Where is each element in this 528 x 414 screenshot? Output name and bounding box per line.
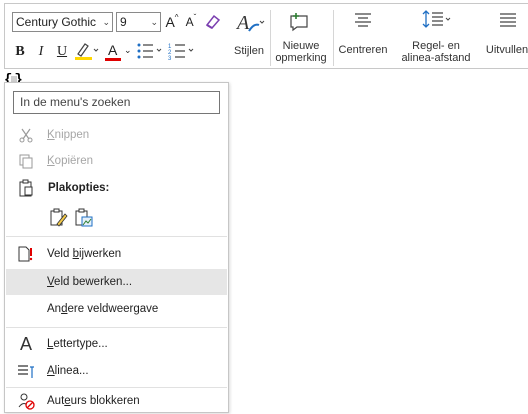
line-spacing-label-line1: Regel- en — [412, 40, 460, 52]
menu-item-paragraph[interactable]: Alinea... — [6, 358, 227, 384]
copy-icon — [17, 152, 35, 170]
shrink-font-label: A — [185, 15, 194, 29]
highlighter-icon — [75, 43, 99, 60]
line-spacing-icon — [422, 10, 451, 28]
block-authors-icon — [17, 392, 35, 410]
paste-options-heading: Plakopties: — [48, 182, 110, 194]
menu-item-cut[interactable]: Knippen — [6, 122, 227, 148]
grow-font-label: A — [165, 14, 175, 30]
numbering-button[interactable]: 1 2 3 — [167, 40, 197, 62]
menu-item-label: Auteurs blokkeren — [47, 395, 140, 407]
bullets-button[interactable] — [135, 40, 165, 62]
clear-formatting-icon — [205, 14, 221, 29]
svg-text:3: 3 — [168, 56, 172, 62]
styles-button[interactable]: A — [233, 10, 267, 36]
highlight-button[interactable] — [73, 40, 101, 62]
chevron-down-icon[interactable]: ⌄ — [102, 13, 110, 31]
chevron-down-icon[interactable]: ⌄ — [150, 13, 158, 31]
bold-button[interactable]: B — [12, 42, 28, 62]
font-name-combobox[interactable]: Century Gothic ⌄ — [12, 12, 113, 32]
menu-item-label: Andere veldweergave — [47, 303, 159, 315]
new-comment-icon — [290, 13, 308, 32]
center-label: Centreren — [338, 44, 388, 56]
align-center-icon — [355, 13, 371, 27]
paste-picture-button[interactable] — [73, 207, 95, 229]
menu-item-label: Kopiëren — [47, 155, 94, 167]
clipboard-icon — [17, 179, 35, 197]
mini-toolbar: Century Gothic ⌄ 9 ⌄ A ^ Aˇ A Stijlen Nie… — [4, 3, 528, 69]
menu-item-update-field[interactable]: Veld bijwerken — [6, 241, 227, 267]
clear-formatting-button[interactable] — [202, 10, 224, 32]
paste-keep-formatting-button[interactable] — [48, 207, 70, 229]
svg-text:A: A — [235, 12, 250, 34]
caret-down-icon: ˇ — [193, 12, 197, 22]
new-comment-label: Nieuwe opmerking — [271, 40, 331, 64]
update-field-icon — [17, 245, 35, 263]
toolbar-divider — [333, 10, 334, 66]
scissors-icon — [17, 126, 35, 144]
new-comment-label-line2: opmerking — [275, 52, 327, 64]
menu-item-label: Lettertype... — [47, 338, 108, 350]
new-comment-button[interactable] — [287, 8, 311, 34]
font-size-value: 9 — [120, 15, 127, 29]
line-spacing-label: Regel- en alinea-afstand — [391, 40, 481, 64]
center-button[interactable] — [353, 10, 373, 30]
menu-item-label: Alinea... — [47, 365, 89, 377]
underline-button[interactable]: U — [54, 42, 70, 62]
italic-button[interactable]: I — [33, 42, 49, 62]
shrink-font-button[interactable]: Aˇ — [183, 12, 199, 32]
font-color-letter: A — [108, 42, 118, 58]
menu-item-label: Knippen — [47, 129, 90, 141]
justify-label: Uitvullen — [485, 44, 528, 56]
justify-button[interactable] — [498, 10, 518, 30]
menu-item-edit-field[interactable]: Veld bewerken... — [6, 269, 227, 295]
numbered-list-icon: 1 2 3 — [168, 44, 194, 62]
paste-keep-formatting-icon — [50, 208, 68, 227]
styles-label: Stijlen — [234, 45, 264, 57]
font-size-combobox[interactable]: 9 ⌄ — [116, 12, 161, 32]
caret-up-icon: ^ — [174, 12, 179, 22]
grow-font-button[interactable]: A ^ — [164, 12, 180, 32]
menu-search-input[interactable]: In de menu's zoeken — [13, 91, 220, 114]
new-comment-label-line1: Nieuwe — [282, 40, 320, 52]
font-color-swatch — [105, 58, 121, 61]
bullet-list-icon — [137, 43, 162, 59]
menu-item-label: Veld bijwerken — [47, 248, 122, 260]
menu-item-toggle-field-codes[interactable]: Andere veldweergave — [6, 296, 227, 322]
menu-item-label: Veld bewerken... — [47, 276, 133, 288]
styles-icon: A — [235, 12, 265, 34]
font-color-button[interactable]: A ⌄ — [103, 40, 133, 62]
align-justify-icon — [500, 13, 516, 27]
paste-picture-icon — [75, 208, 93, 227]
menu-separator — [6, 236, 227, 237]
line-spacing-label-line2: alinea-afstand — [401, 52, 471, 64]
paragraph-icon — [17, 362, 35, 380]
font-icon: A — [19, 333, 32, 354]
menu-item-font[interactable]: A Lettertype... — [6, 331, 227, 357]
menu-item-block-authors[interactable]: Auteurs blokkeren — [6, 388, 227, 414]
line-spacing-button[interactable] — [420, 7, 454, 31]
context-menu: In de menu's zoeken Knippen Kopiëren Pla… — [4, 82, 229, 413]
menu-search-placeholder: In de menu's zoeken — [20, 95, 131, 109]
font-name-value: Century Gothic — [16, 15, 97, 29]
menu-separator — [6, 327, 227, 328]
menu-item-copy[interactable]: Kopiëren — [6, 148, 227, 174]
menu-item-paste-options: Plakopties: — [6, 175, 227, 201]
chevron-down-icon: ⌄ — [124, 45, 132, 55]
